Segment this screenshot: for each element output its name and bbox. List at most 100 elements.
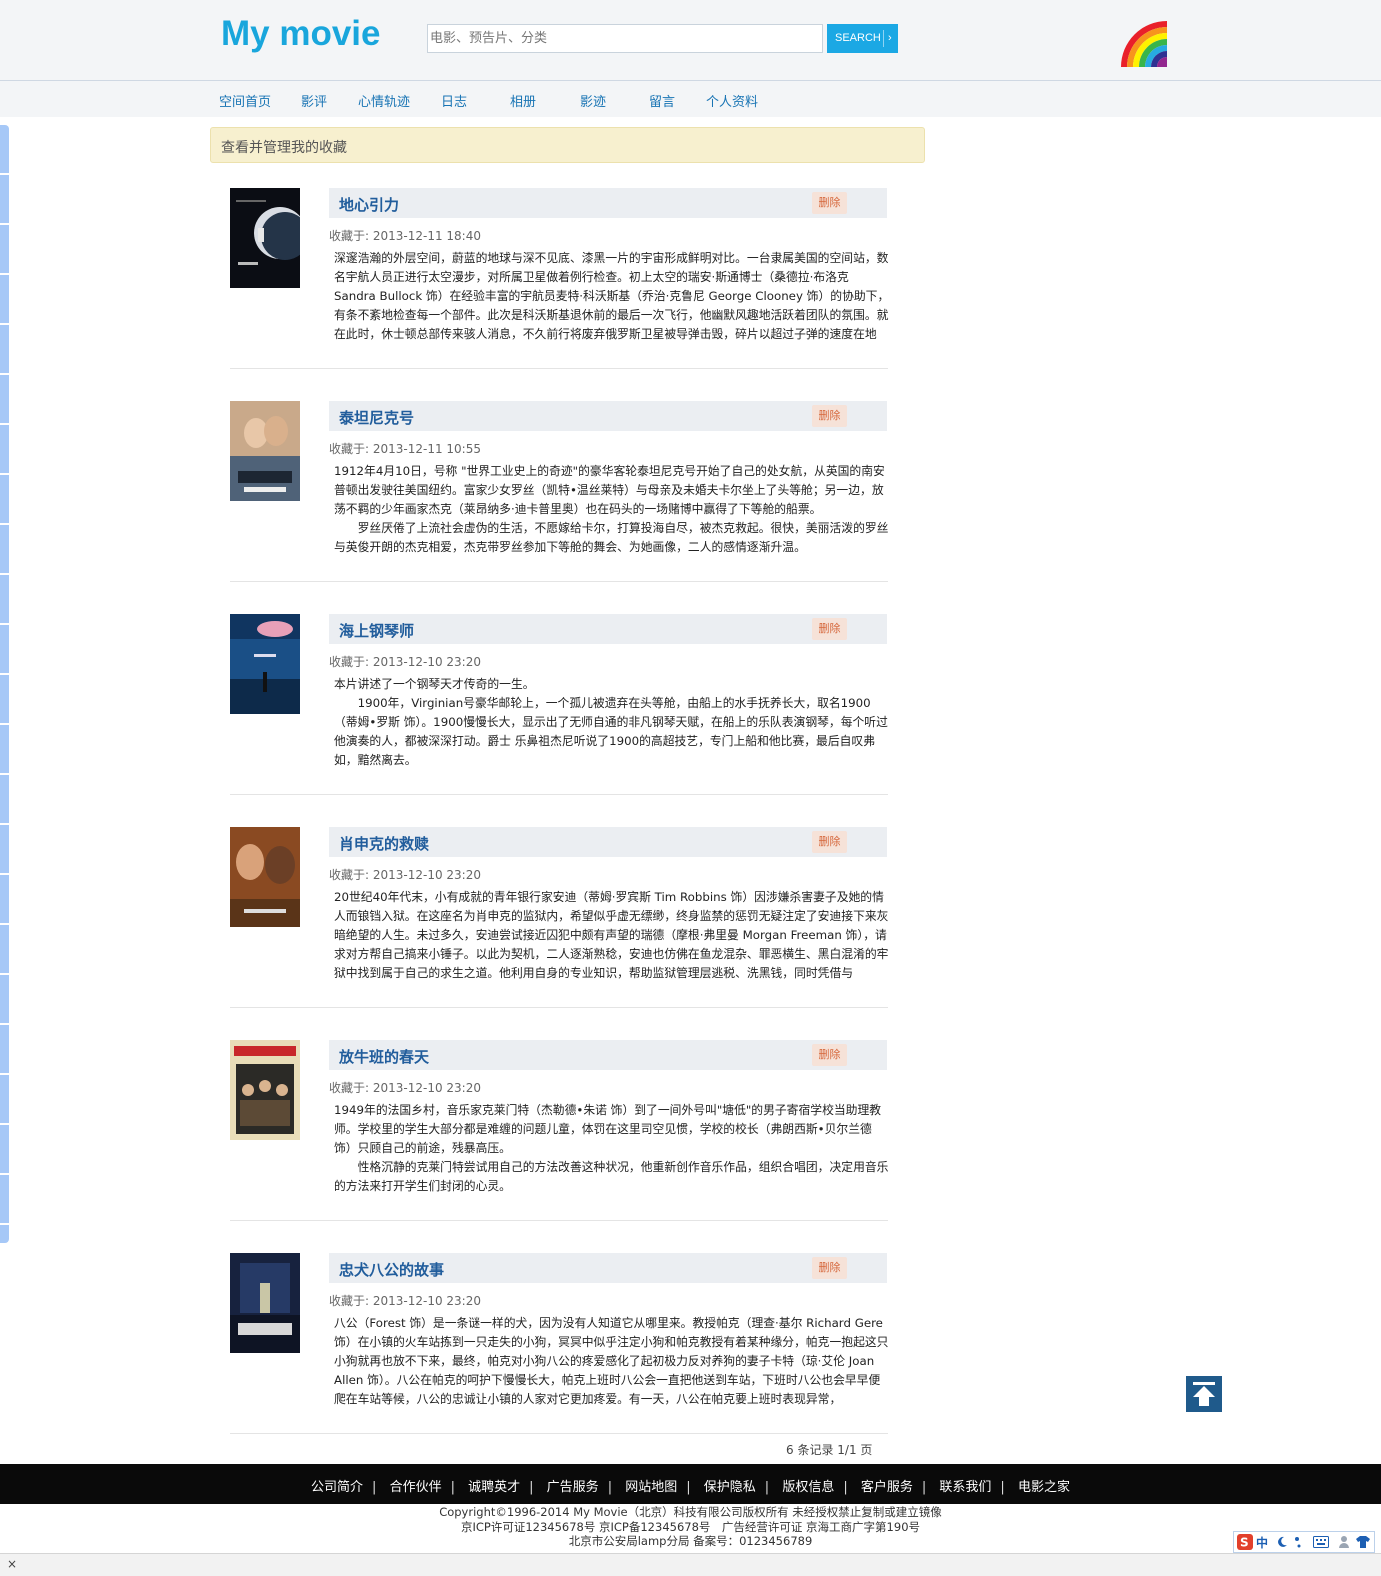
- rainbow-logo-icon: [1119, 19, 1167, 67]
- favorite-item: 放牛班的春天 删除 收藏于: 2013-12-10 23:20 1949年的法国…: [230, 1040, 888, 1253]
- favorite-item: 忠犬八公的故事 删除 收藏于: 2013-12-10 23:20 八公（Fore…: [230, 1253, 888, 1466]
- footer-separator: |: [372, 1480, 377, 1495]
- footer-link-movie-home[interactable]: 电影之家: [1018, 1480, 1070, 1495]
- movie-poster[interactable]: [230, 1253, 300, 1353]
- site-header: My movie SEARCH ›: [0, 0, 1381, 81]
- favorite-item: 泰坦尼克号 删除 收藏于: 2013-12-11 10:55 1912年4月10…: [230, 401, 888, 614]
- movie-title-bar: 肖申克的救赎 删除: [329, 827, 887, 857]
- search-chevron-icon: ›: [888, 32, 892, 44]
- movie-description: 八公（Forest 饰）是一条谜一样的犬，因为没有人知道它从哪里来。教授帕克（理…: [334, 1316, 889, 1406]
- nav-diary[interactable]: 日志: [441, 91, 467, 110]
- entry-divider: [230, 581, 888, 582]
- footer-links: 公司简介 | 合作伙伴 | 诚聘英才 | 广告服务 | 网站地图 | 保护隐私 | 版权信息…: [0, 1476, 1381, 1495]
- footer-separator: |: [1000, 1480, 1005, 1495]
- favorited-date: 收藏于: 2013-12-11 10:55: [329, 442, 481, 456]
- site-footer: 公司简介 | 合作伙伴 | 诚聘英才 | 广告服务 | 网站地图 | 保护隐私 | 版权信息…: [0, 1464, 1381, 1504]
- favorited-date: 收藏于: 2013-12-11 18:40: [329, 229, 481, 243]
- nav-mood[interactable]: 心情轨迹: [358, 91, 410, 110]
- search-button-divider: [883, 30, 884, 47]
- movie-poster[interactable]: [230, 1040, 300, 1140]
- movie-poster[interactable]: [230, 401, 300, 501]
- record-line: 北京市公安局lamp分局 备案号：0123456789: [568, 1534, 813, 1548]
- delete-button[interactable]: 删除: [812, 1044, 847, 1066]
- movie-description: 20世纪40年代末，小有成就的青年银行家安迪（蒂姆·罗宾斯 Tim Robbin…: [334, 890, 889, 980]
- movie-title-bar: 忠犬八公的故事 删除: [329, 1253, 887, 1283]
- footer-separator: |: [607, 1480, 613, 1495]
- nav-guestbook[interactable]: 留言: [649, 91, 675, 110]
- entry-divider: [230, 1220, 888, 1221]
- favorites-notice: 查看并管理我的收藏: [210, 127, 925, 163]
- footer-link-careers[interactable]: 诚聘英才: [468, 1480, 520, 1495]
- entry-divider: [230, 1433, 888, 1434]
- footer-link-partners[interactable]: 合作伙伴: [390, 1480, 442, 1495]
- movie-title[interactable]: 泰坦尼克号: [339, 407, 414, 428]
- favorite-item: 海上钢琴师 删除 收藏于: 2013-12-10 23:20 本片讲述了一个钢琴…: [230, 614, 888, 827]
- status-close-icon[interactable]: ×: [7, 1557, 17, 1571]
- movie-poster[interactable]: [230, 827, 300, 927]
- nav-profile[interactable]: 个人资料: [706, 91, 758, 110]
- movie-title-bar: 放牛班的春天 删除: [329, 1040, 887, 1070]
- footer-separator: |: [529, 1480, 534, 1495]
- copyright-line: Copyright©1996-2014 My Movie（北京）科技有限公司版权…: [439, 1505, 942, 1519]
- search-button[interactable]: SEARCH ›: [827, 24, 898, 53]
- nav-reviews[interactable]: 影评: [301, 91, 327, 110]
- search-button-label: SEARCH: [835, 32, 881, 44]
- movie-title[interactable]: 忠犬八公的故事: [339, 1259, 444, 1280]
- side-tab-strip[interactable]: [0, 125, 9, 1243]
- movie-title-bar: 泰坦尼克号 删除: [329, 401, 887, 431]
- footer-separator: |: [450, 1480, 455, 1495]
- movie-poster[interactable]: [230, 188, 300, 288]
- movie-title-bar: 海上钢琴师 删除: [329, 614, 887, 644]
- movie-description: 本片讲述了一个钢琴天才传奇的一生。 1900年，Virginian号豪华邮轮上，…: [334, 677, 888, 767]
- favorite-item: 地心引力 删除 收藏于: 2013-12-11 18:40 深邃浩瀚的外层空间，…: [230, 188, 890, 401]
- footer-link-privacy[interactable]: 保护隐私: [704, 1480, 756, 1495]
- copyright-block: Copyright©1996-2014 My Movie（北京）科技有限公司版权…: [0, 1505, 1381, 1549]
- favorited-date: 收藏于: 2013-12-10 23:20: [329, 868, 481, 882]
- favorited-date: 收藏于: 2013-12-10 23:20: [329, 655, 481, 669]
- delete-button[interactable]: 删除: [812, 405, 847, 427]
- delete-button[interactable]: 删除: [812, 831, 847, 853]
- movie-title[interactable]: 地心引力: [339, 194, 399, 215]
- footer-separator: |: [843, 1480, 848, 1495]
- punctuation-icon[interactable]: [1294, 1535, 1304, 1549]
- ime-logo-icon: S: [1237, 1534, 1253, 1550]
- footer-link-contact[interactable]: 联系我们: [939, 1480, 991, 1495]
- delete-button[interactable]: 删除: [812, 1257, 847, 1279]
- search-input[interactable]: [427, 24, 823, 53]
- search-box: SEARCH ›: [427, 24, 898, 53]
- nav-movie-trace[interactable]: 影迹: [580, 91, 606, 110]
- delete-button[interactable]: 删除: [812, 618, 847, 640]
- status-bar: ×: [0, 1553, 1381, 1576]
- movie-description: 深邃浩瀚的外层空间，蔚蓝的地球与深不见底、漆黑一片的宇宙形成鲜明对比。一台隶属美…: [334, 251, 890, 341]
- notice-text: 查看并管理我的收藏: [221, 140, 347, 156]
- license-line: 京ICP许可证12345678号 京ICP备12345678号 广告经营许可证 …: [460, 1519, 921, 1534]
- back-to-top-button[interactable]: [1186, 1376, 1222, 1412]
- footer-link-service[interactable]: 客户服务: [861, 1480, 913, 1495]
- site-logo[interactable]: My movie: [221, 14, 381, 54]
- entry-divider: [230, 794, 888, 795]
- footer-link-about[interactable]: 公司简介: [311, 1480, 363, 1495]
- movie-title[interactable]: 肖申克的救赎: [339, 833, 429, 854]
- movie-title[interactable]: 放牛班的春天: [339, 1046, 429, 1067]
- favorite-item: 肖申克的救赎 删除 收藏于: 2013-12-10 23:20 20世纪40年代…: [230, 827, 888, 1040]
- footer-link-sitemap[interactable]: 网站地图: [625, 1480, 677, 1495]
- keyboard-icon[interactable]: [1313, 1536, 1329, 1548]
- ime-mode-label[interactable]: 中: [1256, 1534, 1268, 1551]
- svg-text:S: S: [1240, 1536, 1249, 1550]
- movie-description: 1949年的法国乡村，音乐家克莱门特（杰勒德•朱诺 饰）到了一间外号叫"塘低"的…: [334, 1103, 889, 1193]
- footer-separator: |: [764, 1480, 770, 1495]
- footer-link-ads[interactable]: 广告服务: [547, 1480, 599, 1495]
- moon-icon[interactable]: [1276, 1536, 1288, 1548]
- footer-separator: |: [921, 1480, 927, 1495]
- ime-toolbar[interactable]: S 中: [1233, 1531, 1375, 1553]
- main-nav: 空间首页 影评 心情轨迹 日志 相册 影迹 留言 个人资料: [0, 81, 1381, 117]
- skin-shirt-icon[interactable]: [1355, 1535, 1371, 1549]
- nav-album[interactable]: 相册: [510, 91, 536, 110]
- nav-home[interactable]: 空间首页: [219, 91, 271, 110]
- footer-link-copyright[interactable]: 版权信息: [782, 1480, 834, 1495]
- user-icon[interactable]: [1338, 1535, 1350, 1549]
- delete-button[interactable]: 删除: [812, 192, 847, 214]
- movie-title[interactable]: 海上钢琴师: [339, 620, 414, 641]
- movie-poster[interactable]: [230, 614, 300, 714]
- movie-description: 1912年4月10日，号称 "世界工业史上的奇迹"的豪华客轮泰坦尼克号开始了自己…: [334, 464, 889, 554]
